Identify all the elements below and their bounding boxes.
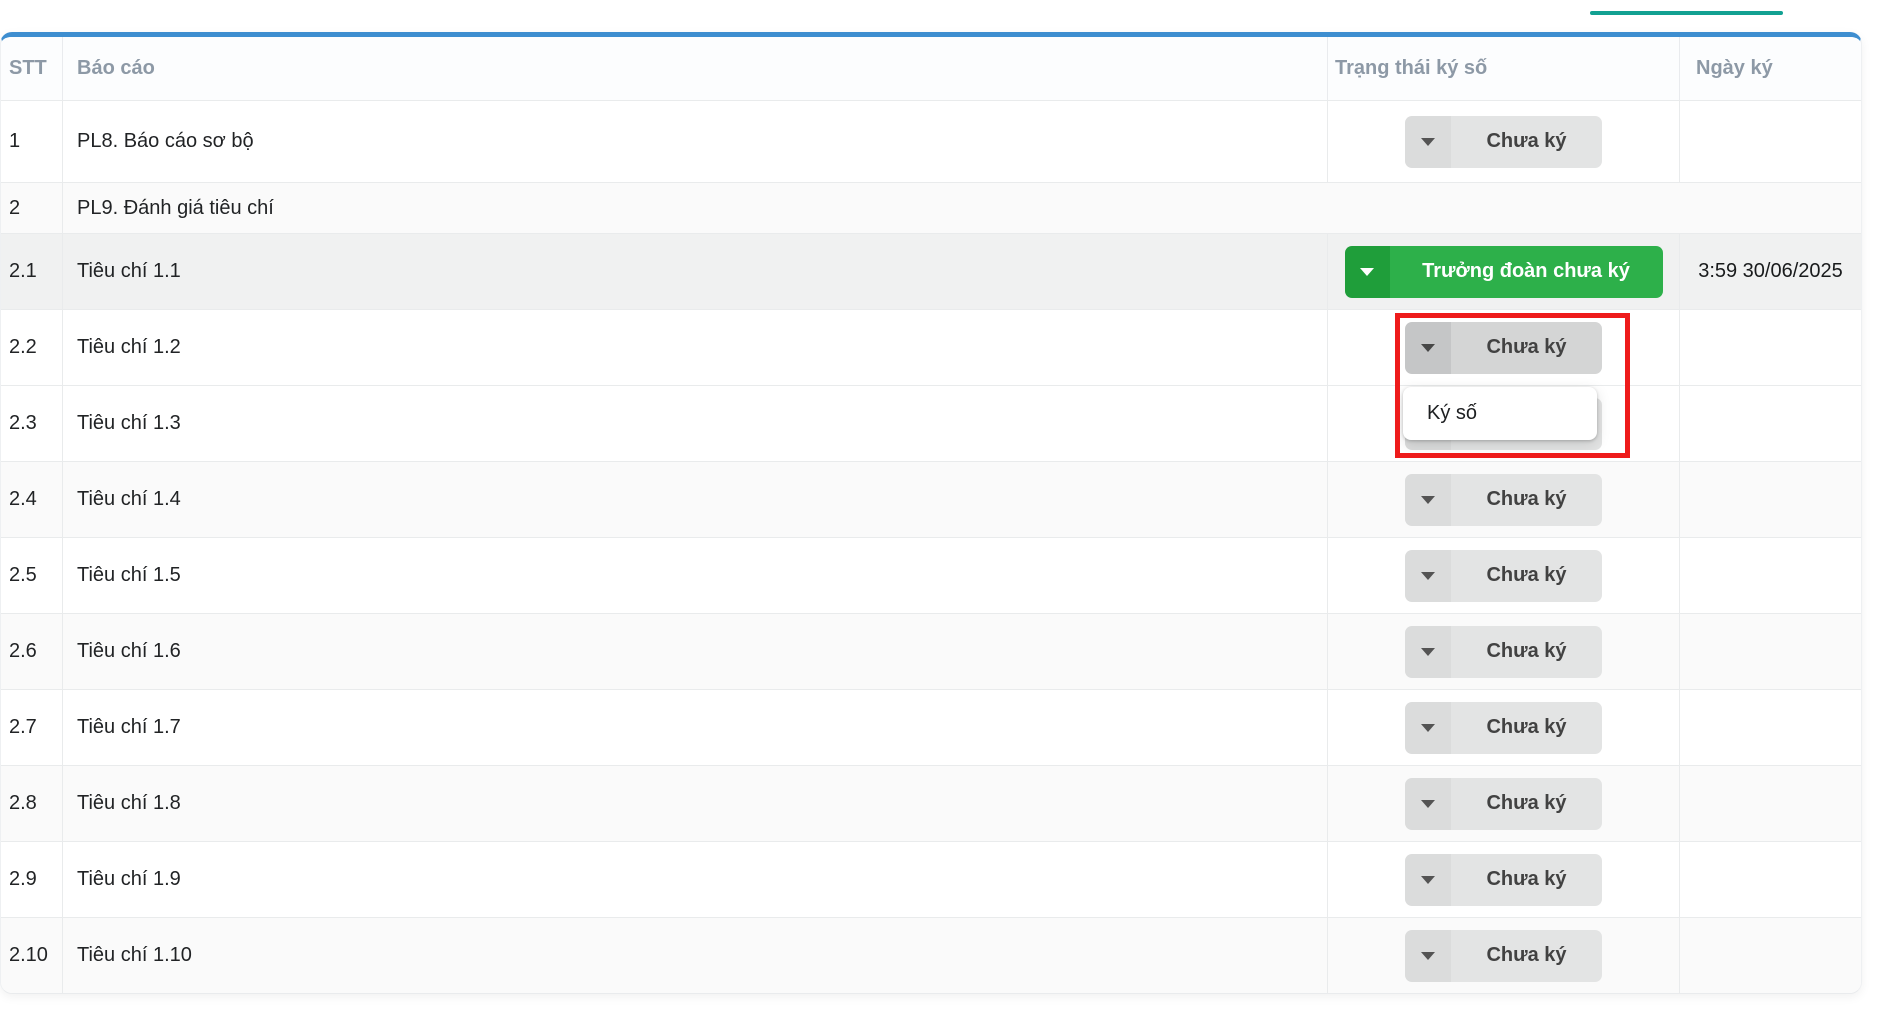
row-sign-date <box>1680 766 1861 841</box>
row-sign-date <box>1680 538 1861 613</box>
chevron-down-icon[interactable] <box>1405 701 1451 754</box>
row-report-label: Tiêu chí 1.6 <box>63 614 1328 689</box>
row-status-cell: Chưa ký <box>1328 101 1680 182</box>
sign-status-button[interactable]: Chưa ký <box>1405 929 1602 982</box>
row-stt: 1 <box>1 101 63 182</box>
row-report-label: Tiêu chí 1.4 <box>63 462 1328 537</box>
row-status-cell: Chưa ký <box>1328 614 1680 689</box>
table-header: STT Báo cáo Trạng thái ký số Ngày ký <box>1 37 1861 100</box>
row-stt: 2.8 <box>1 766 63 841</box>
menu-item-ky-so[interactable]: Ký số <box>1427 402 1477 425</box>
column-header-ngay-ky: Ngày ký <box>1696 57 1773 79</box>
row-stt: 2.4 <box>1 462 63 537</box>
table-row: 2.6 Tiêu chí 1.6 Chưa ký <box>1 613 1861 689</box>
row-status-cell: Trưởng đoàn chưa ký <box>1328 234 1680 309</box>
row-status-cell: Chưa ký <box>1328 462 1680 537</box>
sign-status-button[interactable]: Chưa ký <box>1405 473 1602 526</box>
active-tab-indicator[interactable] <box>1590 11 1783 15</box>
row-report-label: Tiêu chí 1.1 <box>63 234 1328 309</box>
row-report-label: Tiêu chí 1.8 <box>63 766 1328 841</box>
row-report-label: PL8. Báo cáo sơ bộ <box>63 101 1328 182</box>
sign-status-button[interactable]: Chưa ký <box>1405 853 1602 906</box>
row-stt: 2 <box>1 183 63 233</box>
sign-status-button[interactable]: Trưởng đoàn chưa ký <box>1344 245 1663 298</box>
chevron-down-icon[interactable] <box>1405 549 1451 602</box>
page: STT Báo cáo Trạng thái ký số Ngày ký 1 P… <box>0 0 1880 1027</box>
sign-status-button[interactable]: Chưa ký <box>1405 549 1602 602</box>
row-stt: 2.3 <box>1 386 63 461</box>
row-stt: 2.7 <box>1 690 63 765</box>
column-header-stt: STT <box>1 37 63 100</box>
row-report-label: Tiêu chí 1.9 <box>63 842 1328 917</box>
chevron-down-icon[interactable] <box>1344 245 1390 298</box>
row-stt: 2.6 <box>1 614 63 689</box>
table-row: 2.10 Tiêu chí 1.10 Chưa ký <box>1 917 1861 993</box>
sign-status-table: STT Báo cáo Trạng thái ký số Ngày ký 1 P… <box>0 32 1862 994</box>
row-report-label: Tiêu chí 1.2 <box>63 310 1328 385</box>
row-status-cell: Chưa ký <box>1328 310 1680 385</box>
row-status-cell: Chưa ký <box>1328 842 1680 917</box>
chevron-down-icon[interactable] <box>1405 115 1451 168</box>
column-header-bao-cao: Báo cáo <box>63 37 1328 100</box>
row-stt: 2.1 <box>1 234 63 309</box>
row-sign-date <box>1680 462 1861 537</box>
row-stt: 2.5 <box>1 538 63 613</box>
row-report-label: Tiêu chí 1.5 <box>63 538 1328 613</box>
row-stt: 2.10 <box>1 918 63 993</box>
table-row: 1 PL8. Báo cáo sơ bộ Chưa ký <box>1 100 1861 182</box>
table-row: 2.7 Tiêu chí 1.7 Chưa ký <box>1 689 1861 765</box>
sign-dropdown-menu: Ký số <box>1403 387 1597 440</box>
row-sign-date <box>1680 842 1861 917</box>
table-row: 2.9 Tiêu chí 1.9 Chưa ký <box>1 841 1861 917</box>
table-row: 2.8 Tiêu chí 1.8 Chưa ký <box>1 765 1861 841</box>
row-sign-date <box>1680 614 1861 689</box>
column-header-trang-thai: Trạng thái ký số <box>1328 37 1680 100</box>
row-stt: 2.2 <box>1 310 63 385</box>
row-report-label: Tiêu chí 1.7 <box>63 690 1328 765</box>
row-sign-date <box>1680 690 1861 765</box>
table-body: 1 PL8. Báo cáo sơ bộ Chưa ký 2 PL9. Đánh… <box>1 100 1861 993</box>
sign-status-button[interactable]: Chưa ký <box>1405 777 1602 830</box>
row-report-label: Tiêu chí 1.3 <box>63 386 1328 461</box>
table-row: 2 PL9. Đánh giá tiêu chí <box>1 182 1861 233</box>
chevron-down-icon[interactable] <box>1405 777 1451 830</box>
chevron-down-icon[interactable] <box>1405 321 1451 374</box>
chevron-down-icon[interactable] <box>1405 929 1451 982</box>
row-stt: 2.9 <box>1 842 63 917</box>
row-report-label: Tiêu chí 1.10 <box>63 918 1328 993</box>
row-sign-date <box>1680 101 1861 182</box>
sign-status-button[interactable]: Chưa ký <box>1405 701 1602 754</box>
row-status-cell: Chưa ký <box>1328 538 1680 613</box>
sign-status-button[interactable]: Chưa ký <box>1405 321 1602 374</box>
row-sign-date <box>1680 918 1861 993</box>
row-status-cell: Chưa ký <box>1328 918 1680 993</box>
table-row: 2.4 Tiêu chí 1.4 Chưa ký <box>1 461 1861 537</box>
row-sign-date <box>1680 310 1861 385</box>
chevron-down-icon[interactable] <box>1405 853 1451 906</box>
chevron-down-icon[interactable] <box>1405 625 1451 678</box>
row-status-cell: Chưa ký <box>1328 766 1680 841</box>
chevron-down-icon[interactable] <box>1405 473 1451 526</box>
sign-status-button[interactable]: Chưa ký <box>1405 115 1602 168</box>
table-row: 2.2 Tiêu chí 1.2 Chưa ký <box>1 309 1861 385</box>
row-report-label: PL9. Đánh giá tiêu chí <box>77 196 274 219</box>
table-row: 2.5 Tiêu chí 1.5 Chưa ký <box>1 537 1861 613</box>
table-row: 2.1 Tiêu chí 1.1 Trưởng đoàn chưa ký 3:5… <box>1 233 1861 309</box>
sign-status-button[interactable]: Chưa ký <box>1405 625 1602 678</box>
row-sign-date: 3:59 30/06/2025 <box>1698 260 1843 282</box>
row-sign-date <box>1680 386 1861 461</box>
row-status-cell: Chưa ký <box>1328 690 1680 765</box>
